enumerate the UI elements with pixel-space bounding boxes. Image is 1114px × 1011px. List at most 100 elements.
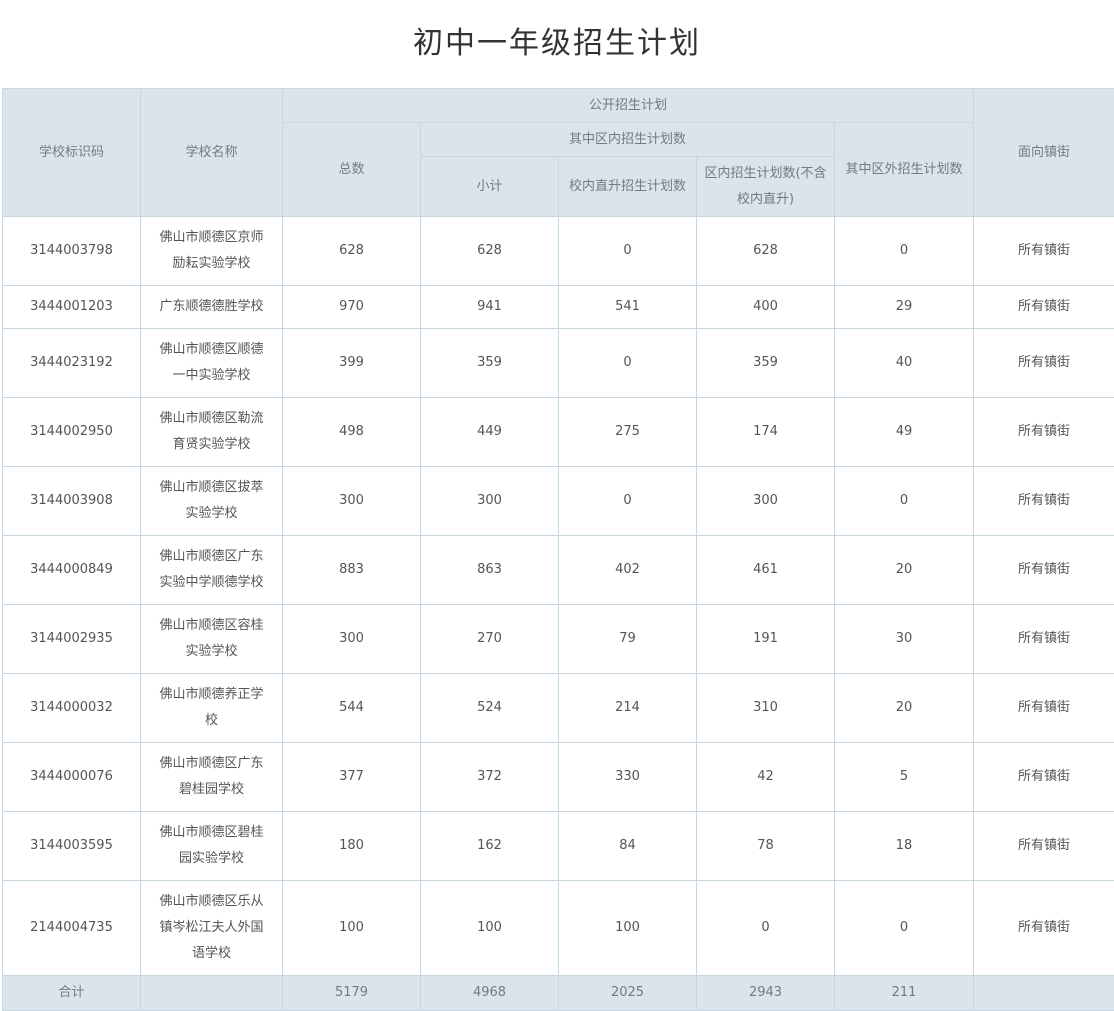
out-district-cell: 18 [835,812,974,881]
in-district-cell: 191 [697,605,835,674]
total-cell: 300 [283,605,421,674]
out-district-cell: 5 [835,743,974,812]
total-cell: 180 [283,812,421,881]
direct-promotion-cell: 0 [559,467,697,536]
header-target-streets: 面向镇街 [974,89,1114,217]
header-school-code: 学校标识码 [3,89,141,217]
school-code-cell: 2144004735 [3,881,141,976]
target-streets-cell: 所有镇街 [974,536,1114,605]
table-row: 3144000032佛山市顺德养正学校54452421431020所有镇街 [3,674,1114,743]
school-name-cell: 佛山市顺德区拔萃实验学校 [141,467,283,536]
school-name-cell: 佛山市顺德区容桂实验学校 [141,605,283,674]
school-code-cell: 3444000076 [3,743,141,812]
total-total: 5179 [283,976,421,1011]
school-name-cell: 佛山市顺德区顺德一中实验学校 [141,329,283,398]
school-name-cell: 广东顺德德胜学校 [141,286,283,329]
in-district-cell: 300 [697,467,835,536]
table-row: 3444001203广东顺德德胜学校97094154140029所有镇街 [3,286,1114,329]
target-streets-cell: 所有镇街 [974,743,1114,812]
table-row: 3444000076佛山市顺德区广东碧桂园学校377372330425所有镇街 [3,743,1114,812]
target-streets-cell: 所有镇街 [974,467,1114,536]
out-district-cell: 0 [835,467,974,536]
header-school-name: 学校名称 [141,89,283,217]
out-district-cell: 20 [835,536,974,605]
school-code-cell: 3144003908 [3,467,141,536]
direct-promotion-cell: 330 [559,743,697,812]
school-name-cell: 佛山市顺德区乐从镇岑松江夫人外国语学校 [141,881,283,976]
total-cell: 628 [283,217,421,286]
header-total: 总数 [283,123,421,217]
total-row: 合计 5179 4968 2025 2943 211 [3,976,1114,1011]
school-name-cell: 佛山市顺德区京师励耘实验学校 [141,217,283,286]
direct-promotion-cell: 275 [559,398,697,467]
table-row: 3144003595佛山市顺德区碧桂园实验学校180162847818所有镇街 [3,812,1114,881]
header-direct-promotion: 校内直升招生计划数 [559,157,697,217]
total-out-district: 211 [835,976,974,1011]
target-streets-cell: 所有镇街 [974,398,1114,467]
out-district-cell: 29 [835,286,974,329]
school-name-cell: 佛山市顺德养正学校 [141,674,283,743]
target-streets-cell: 所有镇街 [974,881,1114,976]
out-district-cell: 20 [835,674,974,743]
out-district-cell: 30 [835,605,974,674]
page-title: 初中一年级招生计划 [0,0,1114,88]
school-code-cell: 3144002950 [3,398,141,467]
header-public-plan: 公开招生计划 [283,89,974,123]
total-direct: 2025 [559,976,697,1011]
table-row: 3144002950佛山市顺德区勒流育贤实验学校49844927517449所有… [3,398,1114,467]
total-cell: 377 [283,743,421,812]
total-subtotal: 4968 [421,976,559,1011]
in-district-cell: 42 [697,743,835,812]
subtotal-cell: 524 [421,674,559,743]
total-cell: 399 [283,329,421,398]
subtotal-cell: 359 [421,329,559,398]
school-code-cell: 3144003798 [3,217,141,286]
table-row: 3444000849佛山市顺德区广东实验中学顺德学校88386340246120… [3,536,1114,605]
school-code-cell: 3444000849 [3,536,141,605]
school-code-cell: 3144000032 [3,674,141,743]
in-district-cell: 0 [697,881,835,976]
total-in-district: 2943 [697,976,835,1011]
table-row: 3144003798佛山市顺德区京师励耘实验学校62862806280所有镇街 [3,217,1114,286]
total-cell: 544 [283,674,421,743]
target-streets-cell: 所有镇街 [974,812,1114,881]
target-streets-cell: 所有镇街 [974,674,1114,743]
in-district-cell: 174 [697,398,835,467]
out-district-cell: 49 [835,398,974,467]
out-district-cell: 0 [835,217,974,286]
in-district-cell: 461 [697,536,835,605]
in-district-cell: 628 [697,217,835,286]
subtotal-cell: 941 [421,286,559,329]
total-cell: 970 [283,286,421,329]
subtotal-cell: 863 [421,536,559,605]
subtotal-cell: 372 [421,743,559,812]
table-row: 3444023192佛山市顺德区顺德一中实验学校399359035940所有镇街 [3,329,1114,398]
direct-promotion-cell: 0 [559,217,697,286]
header-out-district: 其中区外招生计划数 [835,123,974,217]
in-district-cell: 310 [697,674,835,743]
subtotal-cell: 270 [421,605,559,674]
subtotal-cell: 162 [421,812,559,881]
total-cell: 100 [283,881,421,976]
table-body: 3144003798佛山市顺德区京师励耘实验学校62862806280所有镇街3… [3,217,1114,976]
header-in-district-plan: 区内招生计划数(不含校内直升) [697,157,835,217]
table-row: 3144003908佛山市顺德区拔萃实验学校30030003000所有镇街 [3,467,1114,536]
in-district-cell: 359 [697,329,835,398]
subtotal-cell: 449 [421,398,559,467]
table-row: 3144002935佛山市顺德区容桂实验学校3002707919130所有镇街 [3,605,1114,674]
target-streets-cell: 所有镇街 [974,605,1114,674]
school-name-cell: 佛山市顺德区广东实验中学顺德学校 [141,536,283,605]
enrollment-plan-table: 学校标识码 学校名称 公开招生计划 面向镇街 总数 其中区内招生计划数 其中区外… [2,88,1114,1011]
total-cell: 498 [283,398,421,467]
school-code-cell: 3144002935 [3,605,141,674]
table-row: 2144004735佛山市顺德区乐从镇岑松江夫人外国语学校10010010000… [3,881,1114,976]
target-streets-cell: 所有镇街 [974,217,1114,286]
in-district-cell: 400 [697,286,835,329]
out-district-cell: 0 [835,881,974,976]
total-streets [974,976,1114,1011]
subtotal-cell: 100 [421,881,559,976]
school-name-cell: 佛山市顺德区勒流育贤实验学校 [141,398,283,467]
direct-promotion-cell: 214 [559,674,697,743]
header-in-district: 其中区内招生计划数 [421,123,835,157]
school-code-cell: 3144003595 [3,812,141,881]
